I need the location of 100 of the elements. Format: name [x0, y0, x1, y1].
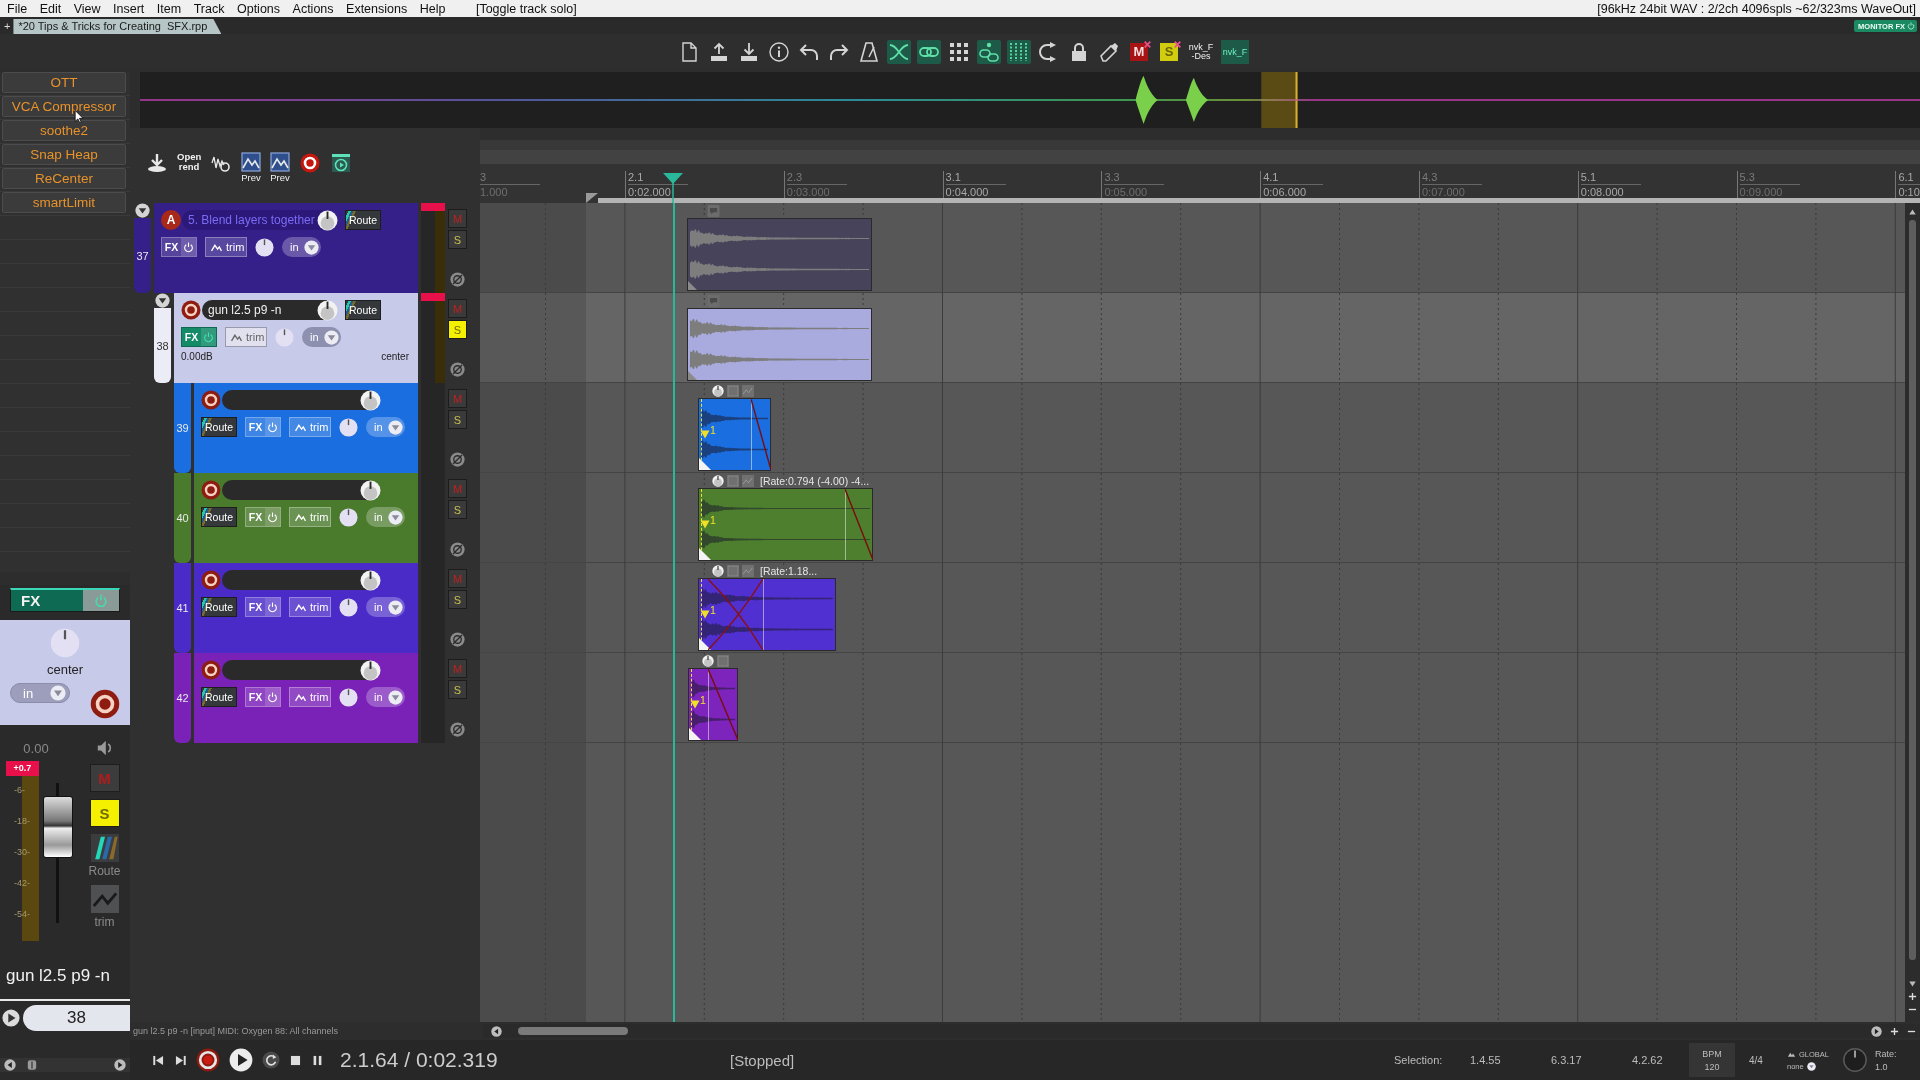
audio-item[interactable]: 1	[698, 398, 771, 471]
mixer-scrollbar[interactable]	[0, 1058, 130, 1072]
item-volume-knob-icon[interactable]	[702, 655, 714, 667]
solo-button[interactable]: S	[448, 230, 467, 249]
record-arm-icon[interactable]	[201, 570, 221, 590]
volume-knob-icon[interactable]	[317, 299, 338, 321]
slashed-circle-icon[interactable]	[450, 632, 465, 647]
routing-button[interactable]: Route	[345, 300, 381, 320]
volume-knob-icon[interactable]	[360, 479, 381, 501]
record-arm-icon[interactable]	[181, 300, 201, 320]
track-panel[interactable]: gun l2.5 p9 -n Route FX trim in 0.00dB center	[174, 293, 418, 383]
pan-knob-icon[interactable]	[339, 597, 358, 617]
fade-in-handle-icon[interactable]	[699, 638, 711, 650]
play-icon[interactable]	[229, 1048, 253, 1072]
menu-item[interactable]: Help	[419, 1, 446, 16]
slashed-circle-icon[interactable]	[450, 722, 465, 737]
volume-fader-thumb[interactable]	[43, 796, 73, 859]
item-volume-knob-icon[interactable]	[712, 385, 724, 397]
toolbar-button[interactable]: nvk_F -Des	[1187, 40, 1215, 64]
scroll-left-icon[interactable]	[491, 1025, 502, 1037]
menu-item[interactable]: Insert	[113, 1, 145, 16]
input-dropdown[interactable]: in	[302, 327, 341, 347]
scroll-thumb-icon[interactable]	[26, 1059, 38, 1071]
pan-knob-icon[interactable]	[339, 687, 358, 707]
project-tab[interactable]: *20 Tips & Tricks for Creating SFX.rpp	[13, 19, 222, 34]
fx-button[interactable]: FX	[245, 687, 281, 707]
solo-button[interactable]: S	[448, 320, 467, 339]
track-toolbar-button[interactable]	[299, 152, 321, 174]
record-arm-icon[interactable]	[90, 689, 120, 719]
audio-item[interactable]	[687, 218, 872, 291]
toolbar-button[interactable]	[947, 40, 971, 64]
routing-button[interactable]: Route	[201, 687, 237, 707]
fx-button[interactable]: FX	[245, 597, 281, 617]
routing-button[interactable]: Route	[201, 507, 237, 527]
folder-collapse-icon[interactable]	[135, 203, 150, 218]
audio-item[interactable]: 1	[688, 668, 738, 741]
record-arm-icon[interactable]	[201, 480, 221, 500]
fade-in-handle-icon[interactable]	[699, 548, 711, 560]
scroll-right-icon[interactable]	[114, 1059, 126, 1071]
track-panel[interactable]: Route FX trim in	[194, 563, 418, 653]
track-panel[interactable]: Route FX trim in	[194, 653, 418, 743]
toolbar-button[interactable]	[1097, 40, 1121, 64]
solo-button[interactable]: S	[448, 500, 467, 519]
solo-button[interactable]: S	[448, 680, 467, 699]
fx-button[interactable]: FX	[181, 327, 217, 347]
track-toolbar-button[interactable]: Prev	[241, 152, 261, 183]
menu-item[interactable]: Edit	[39, 1, 62, 16]
square-tile-icon[interactable]	[727, 475, 739, 487]
track-panel[interactable]: Route FX trim in	[194, 473, 418, 563]
automation-arm-button[interactable]: A	[161, 210, 181, 230]
new-tab-button[interactable]: +	[4, 20, 11, 32]
slashed-circle-icon[interactable]	[450, 362, 465, 377]
zoom-in-icon[interactable]	[1890, 1026, 1899, 1036]
slashed-circle-icon[interactable]	[450, 542, 465, 557]
slashed-circle-icon[interactable]	[450, 272, 465, 287]
pan-knob-icon[interactable]	[255, 237, 274, 257]
audio-item[interactable]	[687, 308, 872, 381]
item-volume-knob-icon[interactable]	[712, 475, 724, 487]
skip-forward-icon[interactable]	[174, 1053, 187, 1067]
volume-knob-icon[interactable]	[360, 659, 381, 681]
envelope-button[interactable]: trim	[205, 237, 247, 257]
skip-back-icon[interactable]	[152, 1053, 165, 1067]
fx-preset-button[interactable]: smartLimit	[2, 192, 126, 213]
toolbar-button[interactable]: M	[1130, 43, 1148, 61]
input-dropdown[interactable]: in	[366, 597, 405, 617]
dropdown-arrow-icon[interactable]	[1806, 1061, 1816, 1071]
menu-item[interactable]: Extensions	[346, 1, 408, 16]
routing-button[interactable]: Route	[345, 210, 381, 230]
track-toolbar-button[interactable]: Open rend	[177, 152, 201, 172]
fade-in-handle-icon[interactable]	[688, 371, 697, 380]
fx-button[interactable]: FX	[245, 417, 281, 437]
input-dropdown[interactable]: in	[282, 237, 321, 257]
record-icon[interactable]	[196, 1048, 220, 1072]
toolbar-button[interactable]	[767, 40, 791, 64]
audio-item[interactable]: 1	[698, 488, 873, 561]
input-dropdown[interactable]: in	[366, 507, 405, 527]
square-tile-icon[interactable]	[717, 655, 729, 667]
scroll-right-icon[interactable]	[1871, 1025, 1882, 1037]
toolbar-button[interactable]	[917, 40, 941, 64]
track-toolbar-button[interactable]	[330, 152, 352, 174]
fade-out-curve[interactable]	[845, 489, 873, 560]
pause-icon[interactable]	[311, 1053, 324, 1067]
routing-button[interactable]: Route	[201, 417, 237, 437]
volume-knob-icon[interactable]	[317, 209, 338, 231]
fx-toggle-button[interactable]: FX	[10, 588, 120, 612]
record-arm-icon[interactable]	[201, 660, 221, 680]
fx-preset-button[interactable]: soothe2	[2, 120, 126, 141]
menu-item[interactable]: Options	[236, 1, 281, 16]
envelope-button[interactable]: trim	[289, 417, 331, 437]
input-dropdown[interactable]: in	[366, 417, 405, 437]
fade-in-handle-icon[interactable]	[689, 728, 701, 740]
input-dropdown[interactable]: in	[366, 687, 405, 707]
solo-button[interactable]: S	[89, 799, 120, 827]
toolbar-button[interactable]: nvk_F	[1221, 40, 1249, 64]
square-tile-icon[interactable]	[727, 565, 739, 577]
envelope-button[interactable]: trim	[289, 687, 331, 707]
folder-collapse-icon[interactable]	[155, 293, 170, 308]
envelope-button[interactable]: trim	[289, 507, 331, 527]
zoom-in-icon[interactable]	[1908, 992, 1917, 1001]
crossfade-curves[interactable]	[708, 579, 764, 650]
